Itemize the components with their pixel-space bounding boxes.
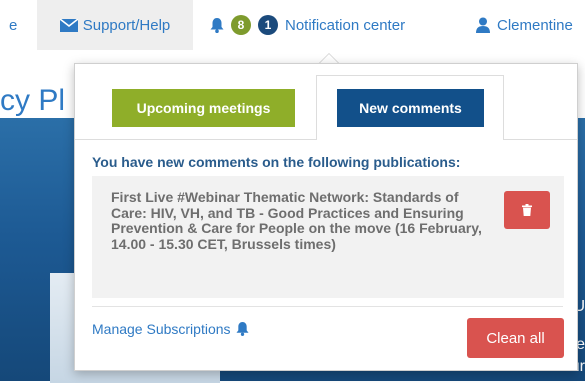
messages-count-badge: 1 bbox=[258, 15, 278, 35]
publication-item: First Live #Webinar Thematic Network: St… bbox=[92, 176, 564, 298]
bell-icon bbox=[210, 17, 224, 33]
notification-center-label: Notification center bbox=[285, 16, 406, 34]
user-name-label: Clementine bbox=[497, 16, 573, 34]
nav-item-truncated-label: e bbox=[9, 16, 18, 34]
top-navigation-bar: e Support/Help 8 1 Notification center C… bbox=[0, 0, 585, 50]
comments-heading: You have new comments on the following p… bbox=[92, 154, 461, 170]
notification-dropdown: Upcoming meetings New comments You have … bbox=[74, 63, 578, 371]
manage-subscriptions-link[interactable]: Manage Subscriptions bbox=[92, 321, 249, 337]
notification-center-link[interactable]: 8 1 Notification center bbox=[210, 0, 405, 50]
footer-divider bbox=[92, 306, 563, 307]
delete-comment-button[interactable] bbox=[504, 191, 550, 229]
tab-upcoming-meetings[interactable]: Upcoming meetings bbox=[112, 89, 295, 127]
tab-new-comments[interactable]: New comments bbox=[337, 89, 484, 127]
page-title-fragment: cy Pl bbox=[0, 84, 66, 117]
envelope-icon bbox=[59, 18, 78, 32]
nav-item-truncated[interactable]: e bbox=[0, 0, 39, 50]
notifications-count-badge: 8 bbox=[231, 15, 251, 35]
support-help-label: Support/Help bbox=[82, 16, 171, 34]
trash-icon bbox=[522, 204, 532, 216]
bell-icon bbox=[235, 322, 249, 336]
clean-all-button[interactable]: Clean all bbox=[467, 318, 564, 358]
user-icon bbox=[475, 17, 491, 33]
publication-title-link[interactable]: First Live #Webinar Thematic Network: St… bbox=[111, 189, 491, 252]
manage-subscriptions-label: Manage Subscriptions bbox=[92, 321, 231, 337]
user-menu-link[interactable]: Clementine bbox=[475, 0, 573, 50]
support-help-link[interactable]: Support/Help bbox=[37, 0, 193, 50]
